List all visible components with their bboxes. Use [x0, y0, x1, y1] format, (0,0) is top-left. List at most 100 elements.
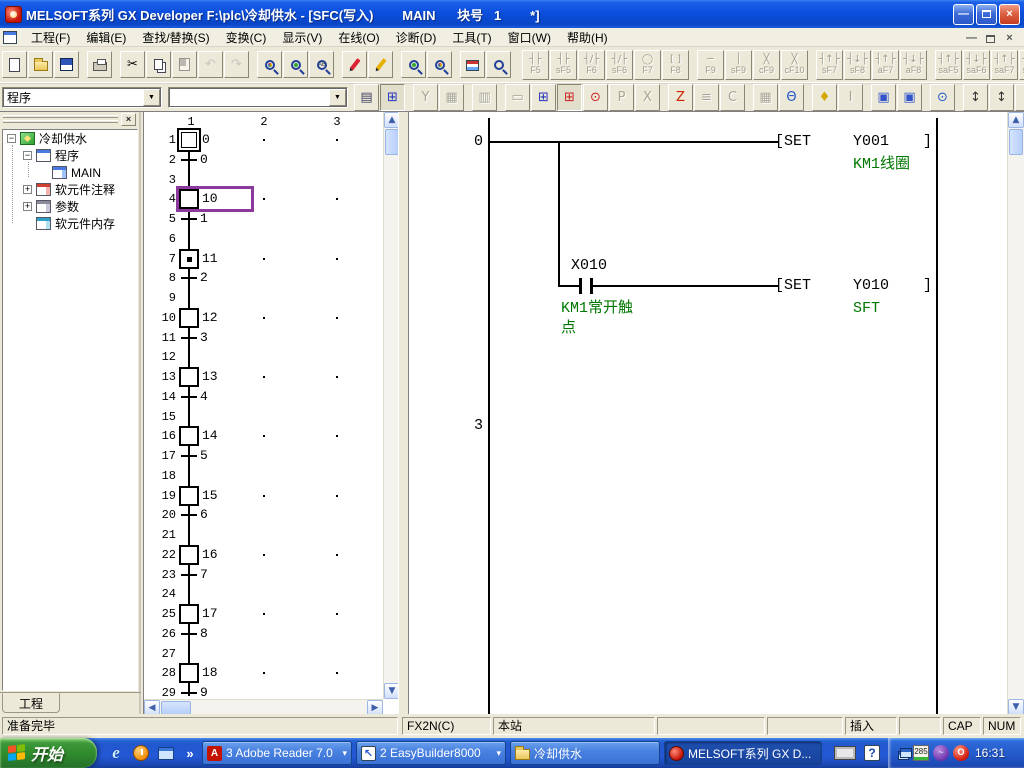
device-use-list-button[interactable] [427, 51, 452, 78]
mdi-close-button[interactable]: × [1003, 31, 1016, 43]
scroll-down-icon[interactable]: ▼ [1008, 699, 1024, 715]
copy-button[interactable] [146, 51, 171, 78]
mdi-minimize-button[interactable]: — [965, 31, 978, 43]
open-project-button[interactable] [28, 51, 53, 78]
restore-button[interactable] [976, 4, 997, 25]
ladder-vertical-scrollbar[interactable]: ▲ ▼ [1007, 112, 1024, 715]
network-tray-icon[interactable] [898, 751, 909, 760]
keyboard-icon[interactable] [834, 746, 856, 760]
tree-item-comment[interactable]: +软元件注释 [3, 181, 137, 198]
taskbar-task-2[interactable]: 冷却供水 [510, 741, 660, 765]
ladder-vscroll-thumb[interactable] [1009, 129, 1023, 155]
sfc-transition-1[interactable] [181, 218, 197, 220]
sfc-hscroll-thumb[interactable] [161, 701, 191, 715]
start-button[interactable]: 开始 [0, 738, 97, 768]
open-project-window-button[interactable]: ▣ [871, 84, 896, 111]
sfc-transition-3[interactable] [181, 337, 197, 339]
panel-grip[interactable] [3, 115, 118, 125]
menu-item-8[interactable]: 窗口(W) [500, 29, 559, 46]
chevron-down-icon[interactable]: ▼ [143, 89, 160, 106]
window-switch-button[interactable] [460, 51, 485, 78]
sfc-step-12[interactable] [179, 308, 199, 328]
menu-item-9[interactable]: 帮助(H) [559, 29, 616, 46]
zoom-circuit-monitor-button[interactable]: ⊙ [930, 84, 955, 111]
cross-reference-button[interactable] [401, 51, 426, 78]
mdi-restore-button[interactable] [984, 31, 997, 43]
sfc-transition-4[interactable] [181, 396, 197, 398]
tree-item-program[interactable]: −程序 [3, 147, 137, 164]
find-string-button[interactable] [309, 51, 334, 78]
minimize-button[interactable]: — [953, 4, 974, 25]
menu-item-4[interactable]: 显示(V) [274, 29, 330, 46]
statement-edit-button[interactable] [368, 51, 393, 78]
clock-app-icon[interactable] [131, 743, 151, 763]
menu-item-6[interactable]: 诊断(D) [388, 29, 445, 46]
circuit-zoom-button[interactable] [486, 51, 511, 78]
sfc-transition-0[interactable] [181, 159, 197, 161]
sfc-transition-5[interactable] [181, 455, 197, 457]
tree-item-param[interactable]: +参数 [3, 198, 137, 215]
taskbar-task-1[interactable]: ↖2 EasyBuilder8000▾ [356, 741, 506, 765]
sfc-transition-6[interactable] [181, 514, 197, 516]
device-comment-edit-button[interactable] [342, 51, 367, 78]
sfc-tree-display-button[interactable]: ⊞ [531, 84, 556, 111]
sfc-zoom-partial-button[interactable]: ⊞ [557, 84, 582, 111]
menu-item-3[interactable]: 变换(C) [218, 29, 275, 46]
tree-item-project[interactable]: −冷却供水 [3, 130, 137, 147]
print-button[interactable] [87, 51, 112, 78]
sfc-transition-7[interactable] [181, 574, 197, 576]
sfc-initial-step-0[interactable] [177, 128, 201, 152]
sort-block-button[interactable]: ↕ [1015, 84, 1024, 111]
cut-button[interactable]: ✂ [120, 51, 145, 78]
pane-splitter[interactable] [398, 112, 408, 715]
tree-expander-project[interactable]: − [7, 134, 16, 143]
menu-item-0[interactable]: 工程(F) [23, 29, 78, 46]
sfc-step-16[interactable] [179, 545, 199, 565]
close-button[interactable]: × [999, 4, 1020, 25]
sfc-step-11[interactable] [179, 249, 199, 269]
panel-close-button[interactable]: × [121, 113, 136, 126]
purple-app-tray-icon[interactable]: ~ [933, 745, 949, 761]
menu-item-5[interactable]: 在线(O) [330, 29, 387, 46]
download-counter-tray-icon[interactable]: 285 [913, 745, 929, 761]
sfc-transition-8[interactable] [181, 633, 197, 635]
ladder-editor[interactable]: 0 [SET Y001 ] KM1线圈 X010 [SET Y010 ] KM1… [408, 112, 1007, 715]
chevron-down-icon[interactable]: ▼ [329, 89, 346, 106]
sfc-step-10[interactable] [179, 189, 199, 209]
project-tab[interactable]: 工程 [2, 693, 60, 713]
tree-item-main[interactable]: MAIN [3, 164, 137, 181]
show-desktop-icon[interactable] [156, 743, 176, 763]
menu-item-7[interactable]: 工具(T) [444, 29, 499, 46]
taskbar-task-0[interactable]: A3 Adobe Reader 7.0▾ [202, 741, 352, 765]
sfc-step-14[interactable] [179, 426, 199, 446]
sfc-transition-2[interactable] [181, 277, 197, 279]
scroll-up-icon[interactable]: ▲ [1008, 112, 1024, 128]
chevron-right-icon[interactable]: » [180, 743, 200, 763]
internet-explorer-icon[interactable]: e [106, 743, 126, 763]
sfc-step-13[interactable] [179, 367, 199, 387]
sfc-editor[interactable]: 1231234567891011121314151617181920212223… [144, 112, 383, 699]
sort-vertical-button[interactable]: ↕ [963, 84, 988, 111]
sfc-step-15[interactable] [179, 486, 199, 506]
sort-vertical-alt-button[interactable]: ↕ [989, 84, 1014, 111]
block-convert-button[interactable]: Z [668, 84, 693, 111]
tree-expander-param[interactable]: + [23, 202, 32, 211]
red-app-tray-icon[interactable]: O [953, 745, 969, 761]
find-device-zoom-button[interactable]: ⊙ [583, 84, 608, 111]
sfc-vscroll-thumb[interactable] [385, 129, 399, 155]
sfc-step-18[interactable] [179, 663, 199, 683]
find-device-button[interactable] [283, 51, 308, 78]
tree-item-devmem[interactable]: 软元件内存 [3, 215, 137, 232]
menu-item-1[interactable]: 编辑(E) [78, 29, 134, 46]
help-icon[interactable]: ? [864, 745, 880, 761]
find-button[interactable] [257, 51, 282, 78]
sfc-vertical-scrollbar[interactable]: ▲ ▼ [383, 112, 399, 699]
sfc-transition-9[interactable] [181, 692, 197, 694]
save-project-button[interactable] [54, 51, 79, 78]
open-block-window-button[interactable]: ▣ [897, 84, 922, 111]
project-data-list-button[interactable]: ▤ [354, 84, 379, 111]
new-project-button[interactable] [2, 51, 27, 78]
sfc-horizontal-scrollbar[interactable]: ◀ ▶ [144, 699, 383, 715]
clock-monitor-button[interactable]: Θ [779, 84, 804, 111]
online-stamp-button[interactable]: ♦ [812, 84, 837, 111]
